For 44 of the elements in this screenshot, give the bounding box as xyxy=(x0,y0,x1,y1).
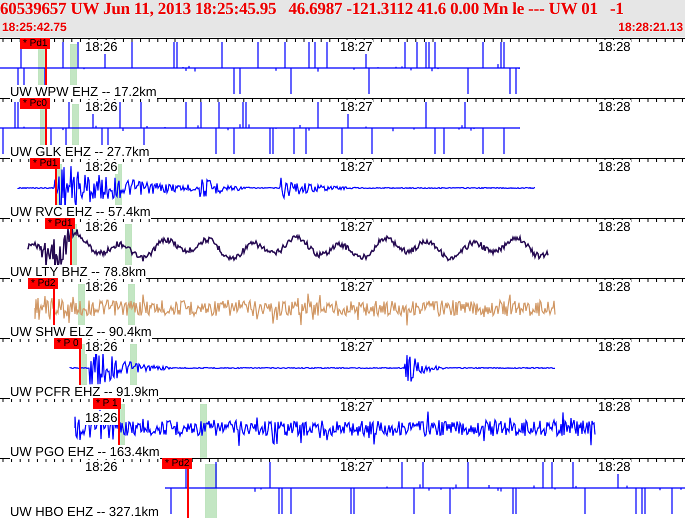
end-time: 18:28:21.13 xyxy=(618,20,683,34)
phase-pick-flag[interactable]: * Pc0 xyxy=(20,98,50,109)
time-label: 18:27 xyxy=(340,400,373,414)
phase-pick-flag[interactable]: * Pd1 xyxy=(45,218,76,229)
phase-pick-flag[interactable]: * P 1 xyxy=(93,398,120,409)
time-label: 18:28 xyxy=(598,460,631,474)
time-label: 18:28 xyxy=(598,220,631,234)
time-label: 18:26 xyxy=(85,460,118,474)
station-label: UW GLK EHZ -- 27.7km xyxy=(10,145,150,159)
pick-line xyxy=(187,467,189,518)
phase-pick-flag[interactable]: * Pd1 xyxy=(20,38,50,49)
time-label: 18:27 xyxy=(340,40,373,54)
time-label: 18:27 xyxy=(340,160,373,174)
station-label: UW WPW EHZ -- 17.2km xyxy=(10,85,157,99)
station-label: UW PCFR EHZ -- 91.9km xyxy=(10,385,159,399)
time-label: 18:27 xyxy=(340,220,373,234)
time-label: 18:26 xyxy=(85,160,118,174)
phase-pick-flag[interactable]: * Pd1 xyxy=(30,158,60,169)
time-label: 18:28 xyxy=(598,280,631,294)
station-label: UW HBO EHZ -- 327.1km xyxy=(10,505,159,518)
time-label: 18:26 xyxy=(85,411,118,425)
time-label: 18:26 xyxy=(85,280,118,294)
station-label: UW RVC EHZ -- 57.4km xyxy=(10,205,151,219)
start-time: 18:25:42.75 xyxy=(2,20,67,34)
station-label: UW SHW ELZ -- 90.4km xyxy=(10,325,152,339)
time-label: 18:28 xyxy=(598,400,631,414)
event-title: 60539657 UW Jun 11, 2013 18:25:45.95 46.6987 -121.3112 41.6 0.00 Mn le --- UW 01 -1 xyxy=(0,0,625,20)
time-label: 18:28 xyxy=(598,100,631,114)
time-label: 18:26 xyxy=(85,220,118,234)
time-label: 18:26 xyxy=(85,100,118,114)
time-label: 18:28 xyxy=(598,340,631,354)
time-label: 18:28 xyxy=(598,40,631,54)
station-label: UW PGO EHZ -- 163.4km xyxy=(10,445,160,459)
phase-pick-flag[interactable]: * P 0 xyxy=(54,338,82,349)
time-label: 18:28 xyxy=(598,160,631,174)
station-label: UW LTY BHZ -- 78.8km xyxy=(10,265,146,279)
time-label: 18:27 xyxy=(340,280,373,294)
phase-pick-flag[interactable]: * Pd2 xyxy=(28,278,58,289)
phase-pick-flag[interactable]: * Pd2 xyxy=(162,458,192,469)
time-label: 18:27 xyxy=(340,100,373,114)
time-label: 18:26 xyxy=(85,40,118,54)
time-label: 18:26 xyxy=(85,340,118,354)
time-label: 18:27 xyxy=(340,340,373,354)
time-label: 18:27 xyxy=(340,460,373,474)
